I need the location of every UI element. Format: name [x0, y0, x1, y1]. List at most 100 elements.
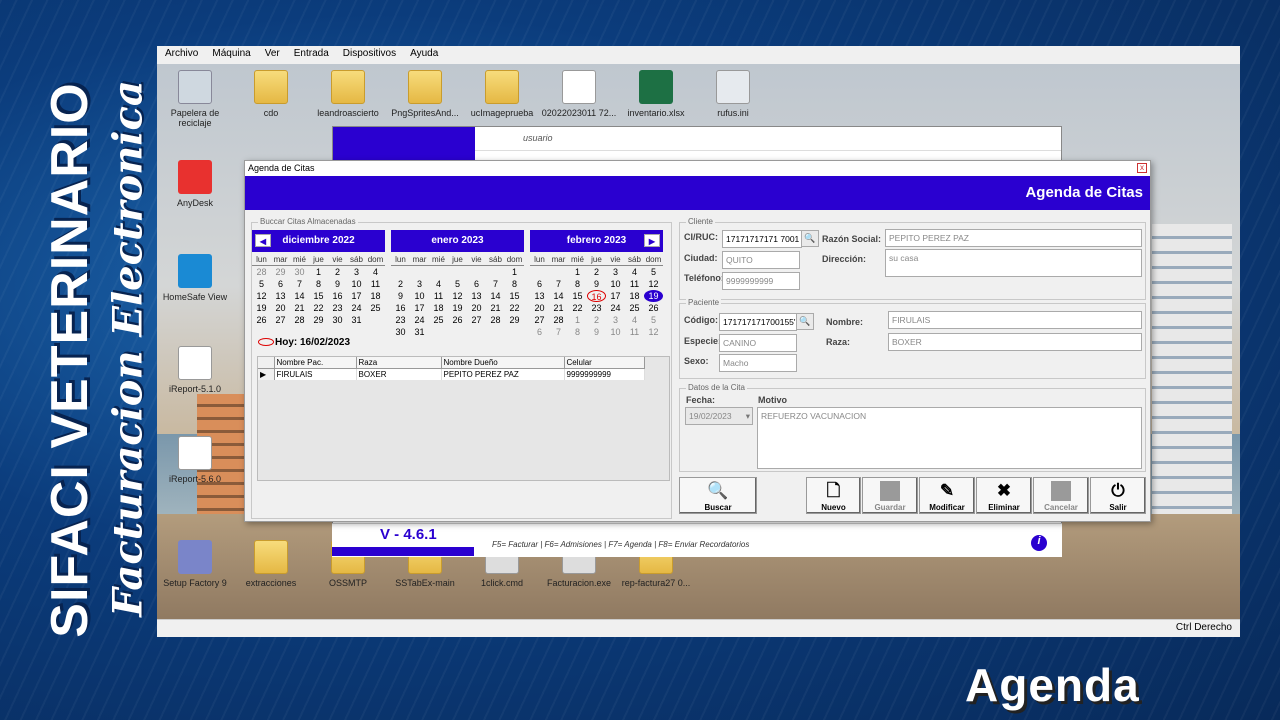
search-client-icon[interactable]: 🔍: [801, 230, 819, 247]
month-calendar-jan[interactable]: enero 2023 lun mar mié jue vie sáb dom 1 2 3 4 5 6 7 8…: [391, 230, 524, 338]
day-cell[interactable]: 11: [625, 278, 644, 290]
menu-archivo[interactable]: Archivo: [165, 48, 198, 62]
day-cell[interactable]: 17: [410, 302, 429, 314]
day-cell[interactable]: 15: [309, 290, 328, 302]
day-cell[interactable]: 21: [486, 302, 505, 314]
day-cell[interactable]: 30: [328, 314, 347, 326]
day-cell[interactable]: 14: [486, 290, 505, 302]
day-cell[interactable]: 21: [290, 302, 309, 314]
desktop-icon-ireport[interactable]: iReport-5.6.0: [157, 436, 235, 484]
day-cell[interactable]: 1: [568, 314, 587, 326]
day-cell[interactable]: 27: [271, 314, 290, 326]
day-cell[interactable]: 11: [625, 326, 644, 338]
month-calendar-dec[interactable]: ◀ diciembre 2022 lun mar mié jue vie sáb dom 28 2…: [252, 230, 385, 326]
nuevo-button[interactable]: 🗋 Nuevo: [806, 477, 861, 514]
day-cell[interactable]: 7: [549, 326, 568, 338]
day-cell[interactable]: 25: [625, 302, 644, 314]
desktop-icon-recycle-bin[interactable]: Papelera de reciclaje: [157, 70, 235, 128]
day-cell[interactable]: 13: [467, 290, 486, 302]
day-cell[interactable]: 1: [309, 266, 328, 278]
desktop-icon-ireport[interactable]: iReport-5.1.0: [157, 346, 235, 394]
day-cell[interactable]: 2: [587, 266, 606, 278]
day-cell[interactable]: 22: [309, 302, 328, 314]
day-cell[interactable]: 18: [429, 302, 448, 314]
column-header[interactable]: Celular: [564, 357, 645, 369]
day-cell[interactable]: 3: [347, 266, 366, 278]
nombre-input[interactable]: FIRULAIS: [888, 311, 1142, 329]
day-cell[interactable]: 6: [271, 278, 290, 290]
menu-entrada[interactable]: Entrada: [294, 48, 329, 62]
menu-maquina[interactable]: Máquina: [212, 48, 250, 62]
day-cell[interactable]: 30: [290, 266, 309, 278]
info-icon[interactable]: i: [1031, 535, 1047, 551]
day-cell[interactable]: 10: [410, 290, 429, 302]
cancelar-button[interactable]: Cancelar: [1033, 477, 1089, 514]
desktop-icon-folder[interactable]: ucImageprueba: [462, 70, 542, 118]
day-cell[interactable]: 29: [271, 266, 290, 278]
eliminar-button[interactable]: ✖ Eliminar: [976, 477, 1032, 514]
day-cell[interactable]: 28: [486, 314, 505, 326]
fecha-datepicker[interactable]: 19/02/2023 ▾: [685, 407, 753, 425]
day-cell[interactable]: 30: [391, 326, 410, 338]
day-cell[interactable]: 17: [347, 290, 366, 302]
day-cell[interactable]: 1: [505, 266, 524, 278]
day-cell[interactable]: 25: [429, 314, 448, 326]
day-cell[interactable]: 12: [644, 278, 663, 290]
desktop-icon-anydesk[interactable]: AnyDesk: [157, 160, 235, 208]
column-header[interactable]: Nombre Pac.: [274, 357, 357, 369]
day-cell[interactable]: 6: [530, 278, 549, 290]
motivo-textarea[interactable]: REFUERZO VACUNACION: [757, 407, 1142, 469]
day-cell[interactable]: 21: [549, 302, 568, 314]
ciudad-input[interactable]: QUITO: [722, 251, 800, 269]
today-link[interactable]: Hoy: 16/02/2023: [258, 337, 350, 348]
day-cell[interactable]: 6: [467, 278, 486, 290]
guardar-button[interactable]: Guardar: [862, 477, 918, 514]
razon-input[interactable]: PEPITO PEREZ PAZ: [885, 229, 1142, 247]
row-selector-icon[interactable]: ▶: [258, 368, 275, 380]
day-cell[interactable]: 10: [347, 278, 366, 290]
day-cell[interactable]: 13: [271, 290, 290, 302]
day-cell[interactable]: 5: [252, 278, 271, 290]
day-cell[interactable]: 4: [625, 266, 644, 278]
day-cell[interactable]: 11: [366, 278, 385, 290]
day-cell[interactable]: 25: [366, 302, 385, 314]
day-cell[interactable]: 12: [252, 290, 271, 302]
day-cell[interactable]: 6: [530, 326, 549, 338]
menu-ayuda[interactable]: Ayuda: [410, 48, 438, 62]
telefono-input[interactable]: 9999999999: [722, 272, 800, 290]
day-cell[interactable]: 5: [644, 314, 663, 326]
prev-month-icon[interactable]: ◀: [255, 234, 271, 247]
day-cell[interactable]: 2: [391, 278, 410, 290]
day-cell[interactable]: 26: [644, 302, 663, 314]
appointments-table[interactable]: Nombre Pac. Raza Nombre Dueño Celular ▶ …: [257, 356, 670, 481]
ci-input[interactable]: 17171717171 7001: [722, 230, 802, 248]
search-patient-icon[interactable]: 🔍: [796, 313, 814, 330]
column-header[interactable]: Raza: [356, 357, 442, 369]
day-cell[interactable]: 7: [486, 278, 505, 290]
desktop-icon-ini[interactable]: rufus.ini: [693, 70, 773, 118]
day-cell[interactable]: 9: [328, 278, 347, 290]
day-cell[interactable]: 9: [587, 326, 606, 338]
day-cell[interactable]: 28: [549, 314, 568, 326]
day-cell[interactable]: 9: [391, 290, 410, 302]
salir-button[interactable]: ⏻ Salir: [1090, 477, 1146, 514]
day-cell[interactable]: 15: [505, 290, 524, 302]
day-cell[interactable]: 26: [448, 314, 467, 326]
desktop-icon-homesafe[interactable]: HomeSafe View: [157, 254, 235, 302]
day-cell[interactable]: 23: [328, 302, 347, 314]
day-cell[interactable]: 16: [328, 290, 347, 302]
day-cell[interactable]: 9: [587, 278, 606, 290]
day-cell[interactable]: 8: [568, 278, 587, 290]
day-cell[interactable]: 31: [410, 326, 429, 338]
codigo-input[interactable]: 171717171700155': [719, 313, 797, 331]
month-calendar-feb[interactable]: febrero 2023 ▶ lun mar mié jue vie sáb dom 1 2 3 4 5…: [530, 230, 663, 338]
day-cell[interactable]: 3: [606, 266, 625, 278]
day-cell[interactable]: 5: [448, 278, 467, 290]
buscar-button[interactable]: 🔍 Buscar: [679, 477, 757, 514]
raza-input[interactable]: BOXER: [888, 333, 1142, 351]
day-cell[interactable]: 7: [549, 278, 568, 290]
day-cell[interactable]: 12: [644, 326, 663, 338]
day-cell[interactable]: 7: [290, 278, 309, 290]
day-cell[interactable]: 3: [606, 314, 625, 326]
day-cell[interactable]: 26: [252, 314, 271, 326]
